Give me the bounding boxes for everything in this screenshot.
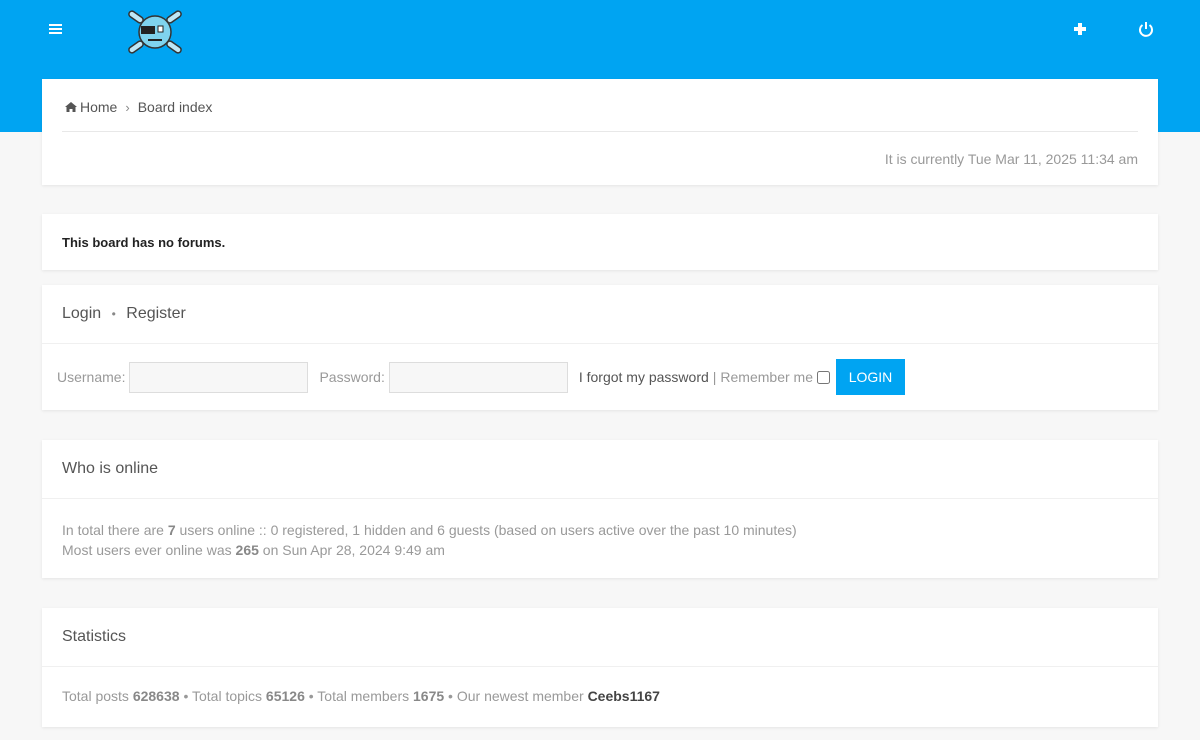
login-link[interactable]: Login — [62, 305, 101, 322]
no-forums-card: This board has no forums. — [42, 214, 1158, 270]
online-prefix: In total there are — [62, 522, 164, 538]
statistics-card: Statistics Total posts 628638 • Total to… — [42, 608, 1158, 727]
total-topics-value: 65126 — [265, 688, 305, 704]
remember-me-checkbox[interactable] — [817, 370, 830, 384]
newest-member-label: Our newest member — [456, 688, 584, 704]
breadcrumb: Home › Board index — [64, 99, 212, 115]
statistics-summary: Total posts 628638 • Total topics 65126 … — [62, 688, 660, 704]
total-posts-label: Total posts — [62, 688, 129, 704]
skull-crossbones-logo[interactable] — [126, 8, 184, 56]
bullet-separator: • — [448, 688, 457, 704]
bullet-separator: • — [308, 688, 318, 704]
most-online-prefix: Most users ever online was — [62, 542, 232, 558]
login-card: Login • Register Username: Password: I f… — [42, 285, 1158, 410]
total-posts-value: 628638 — [132, 688, 180, 704]
divider — [42, 666, 1158, 667]
breadcrumb-board-index-link[interactable]: Board index — [138, 99, 213, 115]
online-details: users online :: 0 registered, 1 hidden a… — [179, 522, 797, 538]
breadcrumb-home-link[interactable]: Home — [80, 99, 117, 115]
divider — [42, 343, 1158, 344]
chevron-right-icon: › — [125, 99, 130, 115]
most-online-count: 265 — [235, 542, 259, 558]
total-members-value: 1675 — [413, 688, 445, 704]
bullet-separator: • — [183, 688, 192, 704]
login-form: Username: Password: I forgot my password… — [57, 359, 905, 395]
total-members-label: Total members — [317, 688, 410, 704]
remember-me-label: Remember me — [720, 369, 813, 385]
forgot-password-link[interactable]: I forgot my password — [579, 369, 709, 385]
login-button[interactable]: LOGIN — [836, 359, 905, 395]
register-link[interactable]: Register — [126, 305, 186, 322]
no-forums-message: This board has no forums. — [62, 235, 226, 250]
divider — [42, 498, 1158, 499]
divider — [62, 131, 1138, 132]
pipe-separator: | — [712, 369, 717, 385]
plus-icon[interactable] — [1071, 20, 1089, 38]
power-icon[interactable] — [1137, 20, 1155, 38]
online-summary: In total there are 7 users online :: 0 r… — [62, 520, 797, 560]
current-time: It is currently Tue Mar 11, 2025 11:34 a… — [884, 151, 1138, 167]
who-is-online-title: Who is online — [62, 460, 159, 477]
password-label: Password: — [319, 369, 385, 385]
newest-member-link[interactable]: Ceebs1167 — [588, 688, 660, 704]
password-input[interactable] — [388, 361, 568, 393]
who-is-online-card: Who is online In total there are 7 users… — [42, 440, 1158, 578]
home-icon — [65, 102, 77, 112]
hamburger-icon[interactable] — [47, 22, 65, 38]
statistics-title: Statistics — [62, 628, 127, 645]
bullet-separator: • — [111, 307, 116, 321]
username-input[interactable] — [129, 361, 309, 393]
username-label: Username: — [57, 369, 126, 385]
most-online-suffix: on Sun Apr 28, 2024 9:49 am — [262, 542, 445, 558]
online-count: 7 — [167, 522, 176, 538]
navigation-card: Home › Board index It is currently Tue M… — [42, 79, 1158, 185]
total-topics-label: Total topics — [191, 688, 263, 704]
login-title: Login • Register — [62, 305, 186, 323]
